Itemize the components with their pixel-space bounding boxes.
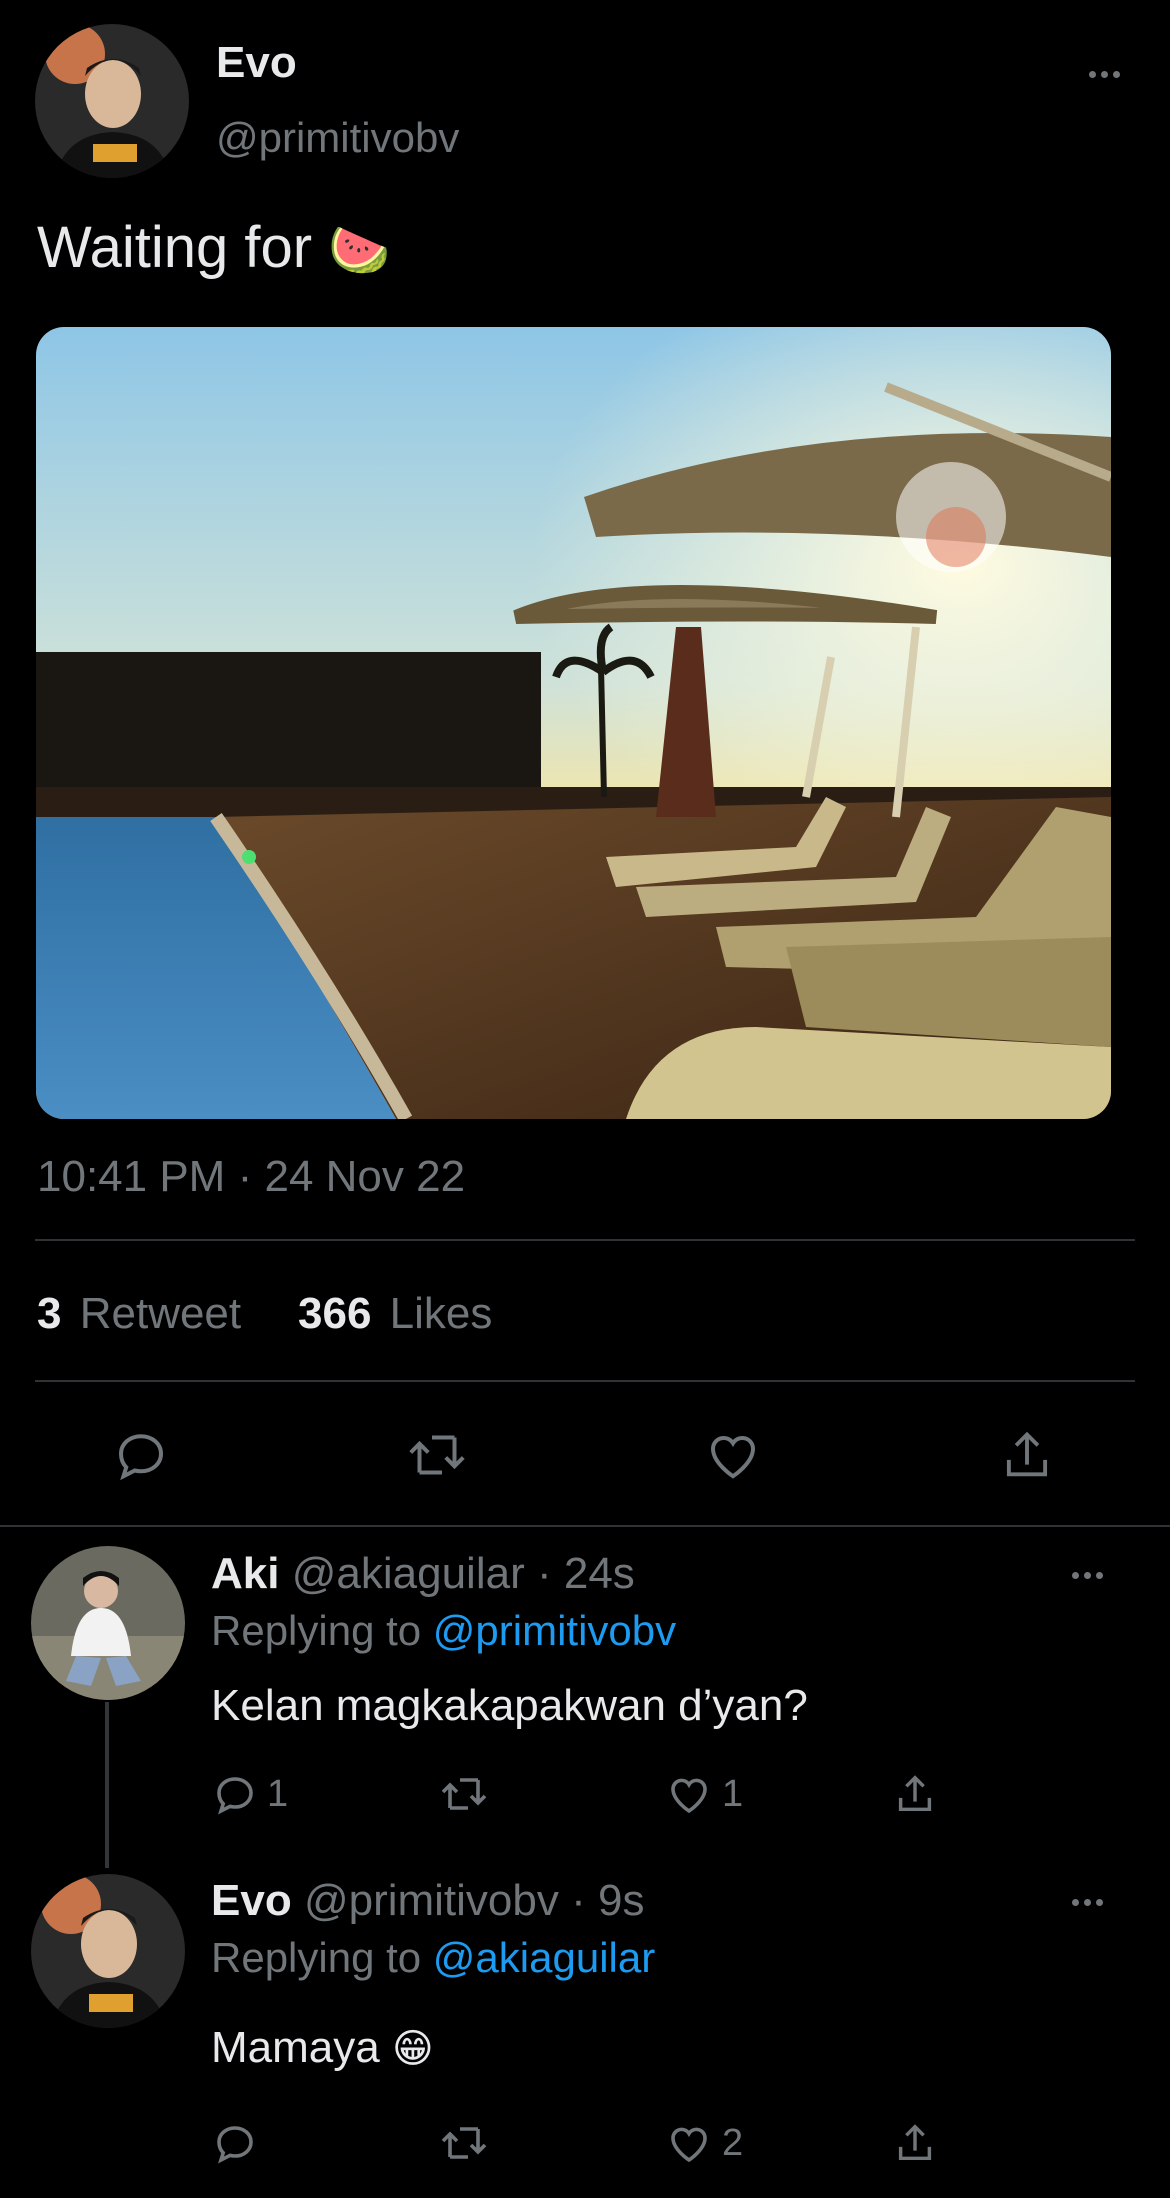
divider [35, 1380, 1135, 1382]
reply-author-name[interactable]: Evo [211, 1876, 292, 1925]
reply-header: Evo @primitivobv · 9s [211, 1876, 644, 1926]
tweet-photo[interactable] [36, 327, 1111, 1119]
reply-text-body: Mamaya [211, 2023, 380, 2072]
likes-count-label: Likes [389, 1289, 493, 1338]
retweet-icon [441, 1778, 487, 1810]
reply-icon [217, 2126, 253, 2164]
retweet-button[interactable] [438, 2119, 490, 2167]
retweet-button[interactable] [438, 1770, 490, 1818]
replying-to: Replying to @akiaguilar [211, 1934, 655, 1982]
retweet-button[interactable] [404, 1425, 470, 1485]
reply-avatar[interactable] [31, 1546, 185, 1700]
like-icon [671, 2127, 707, 2163]
author-name[interactable]: Evo [216, 38, 297, 88]
share-button[interactable] [892, 1770, 938, 1818]
reply-icon [217, 1777, 253, 1815]
header-separator: · [571, 1876, 586, 1925]
grin-emoji: 😁 [391, 2027, 434, 2071]
reply-button[interactable]: 1 [211, 1770, 288, 1818]
tweet-timestamp[interactable]: 10:41 PM · 24 Nov 22 [37, 1152, 465, 1202]
reply-text: Kelan magkakapakwan d’yan? [211, 1681, 808, 1730]
replying-to: Replying to @primitivobv [211, 1607, 676, 1655]
replying-to-link[interactable]: @akiaguilar [433, 1934, 655, 1981]
retweet-count-value: 3 [37, 1289, 62, 1338]
retweet-count[interactable]: 3 Retweet [37, 1289, 241, 1339]
like-count: 2 [722, 2121, 744, 2164]
more-icon[interactable] [1072, 1899, 1103, 1906]
reply-author-handle[interactable]: @primitivobv [304, 1876, 559, 1925]
replying-to-link[interactable]: @primitivobv [433, 1607, 676, 1654]
more-icon[interactable] [1089, 71, 1120, 78]
tweet-text: Waiting for 🍉 [37, 214, 390, 281]
divider [0, 1525, 1170, 1527]
share-button[interactable] [892, 2119, 938, 2167]
reply-header: Aki @akiaguilar · 24s [211, 1549, 635, 1599]
reply-button[interactable] [111, 1425, 171, 1485]
retweet-count-label: Retweet [79, 1289, 242, 1338]
reply-time[interactable]: 9s [598, 1876, 644, 1925]
divider [35, 1239, 1135, 1241]
likes-count[interactable]: 366 Likes [298, 1289, 492, 1339]
reply-text: Mamaya 😁 [211, 2023, 434, 2073]
replying-to-label: Replying to [211, 1607, 422, 1654]
like-button[interactable]: 2 [664, 2119, 743, 2167]
tweet-time: 10:41 PM [37, 1152, 226, 1201]
reply-author-handle[interactable]: @akiaguilar [292, 1549, 525, 1598]
like-count: 1 [722, 1772, 744, 1815]
like-button[interactable] [702, 1425, 764, 1485]
share-icon [898, 2124, 932, 2161]
share-icon [898, 1775, 932, 1812]
watermelon-emoji: 🍉 [328, 222, 391, 278]
reply-avatar[interactable] [31, 1874, 185, 2028]
tweet-date: 24 Nov 22 [264, 1152, 466, 1201]
reply-icon [118, 1434, 164, 1481]
more-icon[interactable] [1072, 1572, 1103, 1579]
author-avatar[interactable] [35, 24, 189, 178]
timestamp-separator: · [237, 1152, 253, 1201]
likes-count-value: 366 [298, 1289, 372, 1338]
like-icon [671, 1778, 707, 1814]
retweet-icon [441, 2127, 487, 2159]
reply-button[interactable] [211, 2119, 259, 2167]
reply-count: 1 [267, 1772, 289, 1815]
tweet-text-body: Waiting for [37, 215, 313, 280]
replying-to-label: Replying to [211, 1934, 422, 1981]
thread-line [105, 1702, 109, 1868]
reply-time[interactable]: 24s [564, 1549, 635, 1598]
share-button[interactable] [998, 1425, 1056, 1485]
header-separator: · [536, 1549, 552, 1598]
reply-author-name[interactable]: Aki [211, 1549, 279, 1598]
share-icon [1006, 1431, 1048, 1477]
retweet-icon [409, 1435, 465, 1475]
author-handle[interactable]: @primitivobv [216, 114, 459, 162]
like-icon [710, 1436, 756, 1479]
like-button[interactable]: 1 [664, 1770, 743, 1818]
